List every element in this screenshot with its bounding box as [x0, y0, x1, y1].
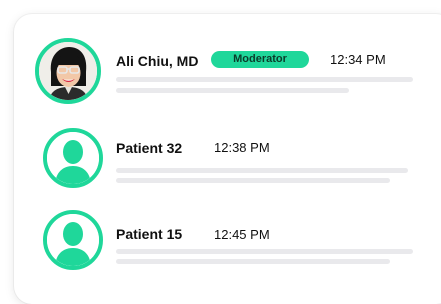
timestamp: 12:34 PM — [330, 52, 386, 67]
timestamp: 12:38 PM — [214, 140, 270, 155]
message-placeholder-line — [116, 88, 349, 93]
sender-name: Ali Chiu, MD — [116, 53, 199, 69]
message-placeholder-line — [116, 77, 413, 82]
person-silhouette-icon — [47, 214, 99, 266]
avatar — [35, 38, 101, 104]
sender-name: Patient 32 — [116, 140, 183, 156]
moderator-badge: Moderator — [211, 51, 309, 68]
doctor-photo — [39, 42, 97, 100]
avatar — [43, 128, 103, 188]
chat-card: Ali Chiu, MD Moderator 12:34 PM Patient … — [14, 14, 441, 304]
timestamp: 12:45 PM — [214, 227, 270, 242]
message-placeholder-line — [116, 259, 390, 264]
sender-name: Patient 15 — [116, 226, 183, 242]
message-placeholder-line — [116, 178, 390, 183]
message-placeholder-line — [116, 249, 413, 254]
message-placeholder-line — [116, 168, 408, 173]
person-silhouette-icon — [47, 132, 99, 184]
avatar — [43, 210, 103, 270]
